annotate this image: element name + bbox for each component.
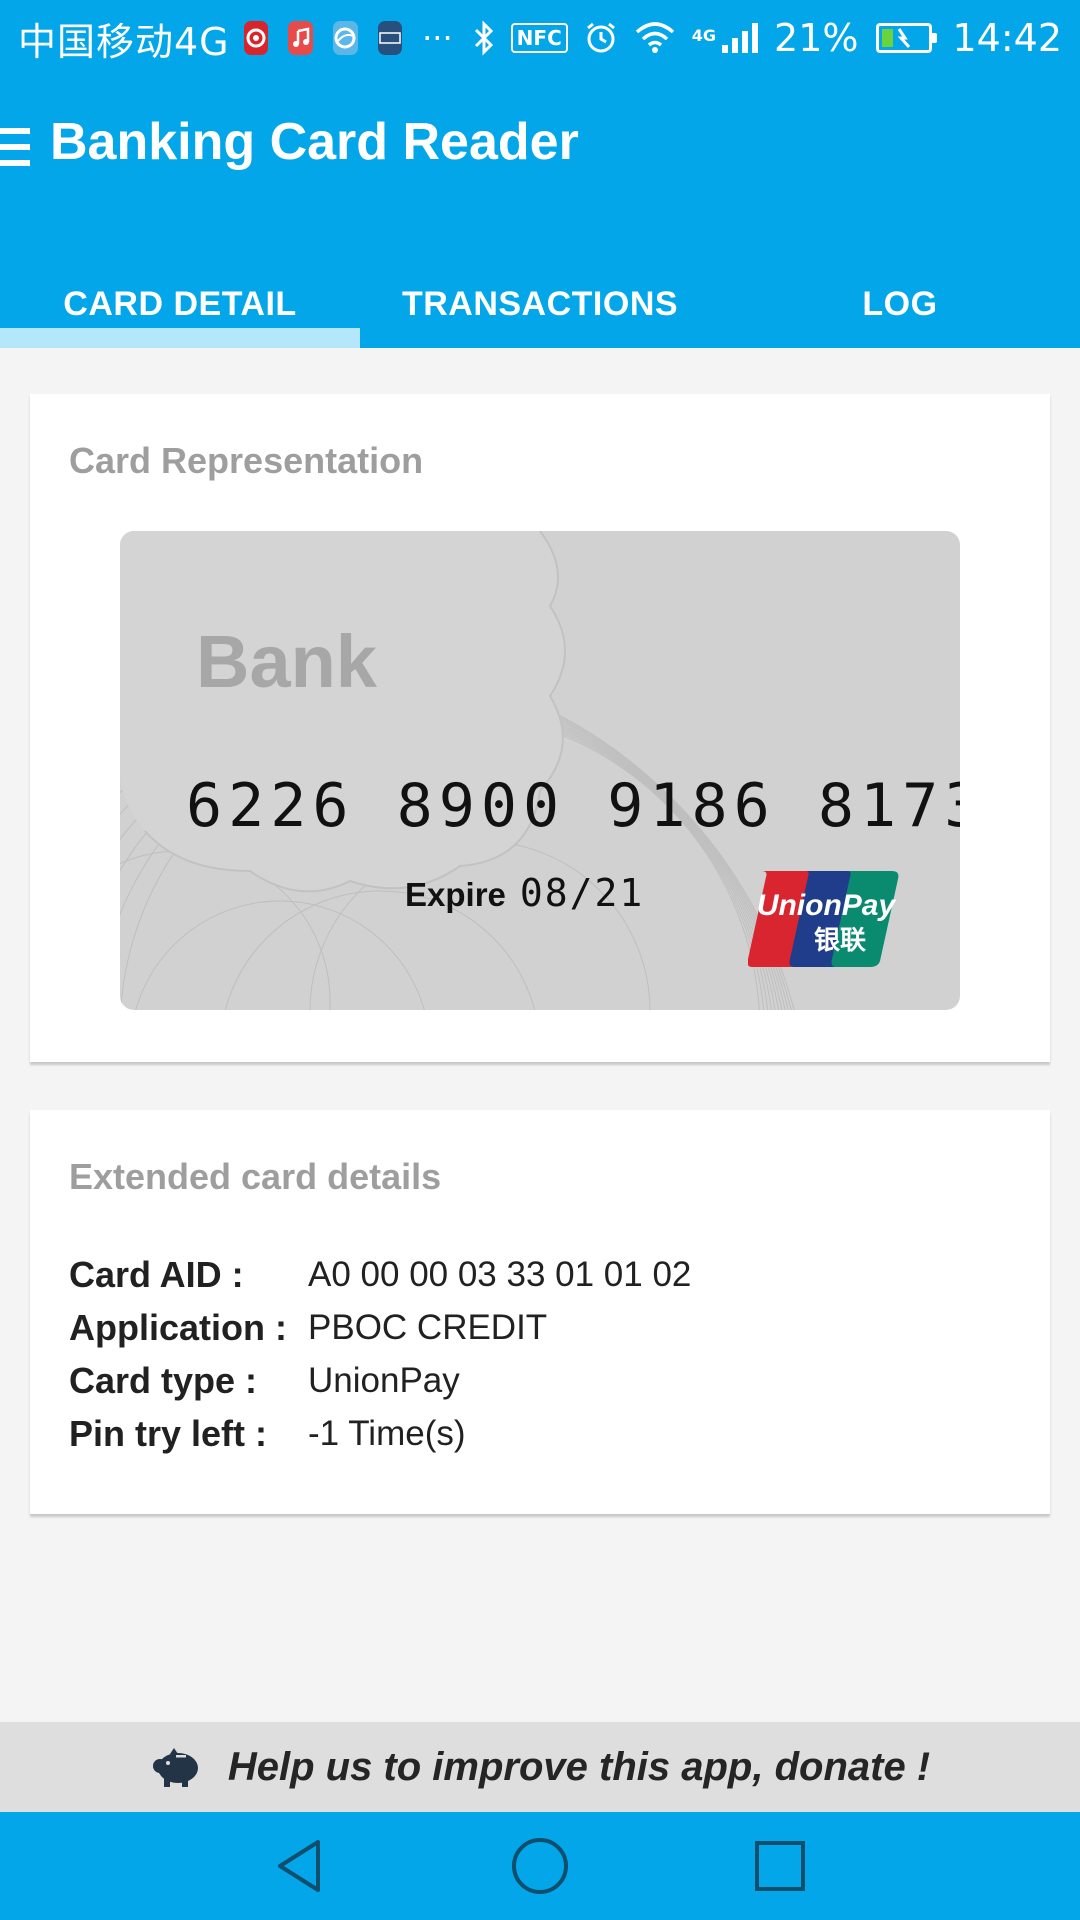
card-representation-heading: Card Representation <box>69 440 424 481</box>
tab-log[interactable]: LOG <box>720 260 1080 348</box>
extended-details-panel: Extended card details Card AID : A0 00 0… <box>30 1110 1050 1514</box>
card-number: 6226 8900 9186 8173 <box>186 771 960 841</box>
card-expiry: Expire 08/21 <box>405 871 644 915</box>
browser-icon <box>332 21 358 55</box>
details-list: Card AID : A0 00 00 03 33 01 01 02 Appli… <box>69 1252 691 1456</box>
home-icon[interactable] <box>420 1812 660 1920</box>
status-bar: 中国移动4G ··· NFC 4G 21% 14:42 <box>0 0 1080 76</box>
pin-try-left-value: -1 Time(s) <box>308 1414 466 1453</box>
back-icon[interactable] <box>180 1812 420 1920</box>
app-icon <box>377 21 403 55</box>
card-aid-label: Card AID : <box>69 1254 244 1295</box>
bank-name: Bank <box>196 620 377 703</box>
app-title: Banking Card Reader <box>50 113 579 171</box>
wifi-icon <box>634 22 676 54</box>
piggy-bank-icon <box>152 1748 198 1787</box>
card-representation-panel: Card Representation Bank 6226 8900 9186 … <box>30 394 1050 1062</box>
tab-bar: CARD DETAIL TRANSACTIONS LOG <box>0 260 1080 348</box>
overflow-indicator: ··· <box>422 19 453 57</box>
pin-try-left-label: Pin try left : <box>69 1413 268 1454</box>
expire-label: Expire <box>405 876 506 913</box>
bank-card-image: Bank 6226 8900 9186 8173 Expire 08/21 Un… <box>120 531 960 1010</box>
system-nav-bar <box>0 1812 1080 1920</box>
unionpay-logo-text: UnionPay <box>757 889 897 922</box>
card-type-label: Card type : <box>69 1360 258 1401</box>
unionpay-logo-cn-text: 银联 <box>814 926 866 956</box>
netease-music-icon <box>243 21 269 55</box>
bluetooth-icon <box>473 20 495 56</box>
battery-charging-icon <box>876 23 938 53</box>
network-type-label: 4G <box>691 26 717 45</box>
donate-banner[interactable]: Help us to improve this app, donate ! <box>0 1722 1080 1812</box>
application-label: Application : <box>69 1307 287 1348</box>
hamburger-menu-icon[interactable] <box>0 122 34 172</box>
expire-value: 08/21 <box>519 871 645 915</box>
music-icon <box>288 21 313 55</box>
battery-percent: 21% <box>774 16 859 60</box>
alarm-icon <box>584 21 618 55</box>
application-value: PBOC CREDIT <box>308 1308 548 1347</box>
card-type-value: UnionPay <box>308 1361 460 1400</box>
donate-text: Help us to improve this app, donate ! <box>227 1744 931 1789</box>
nfc-icon: NFC <box>510 23 568 53</box>
card-aid-value: A0 00 00 03 33 01 01 02 <box>308 1255 692 1294</box>
recents-icon[interactable] <box>660 1812 900 1920</box>
unionpay-logo: UnionPay 银联 <box>748 871 899 967</box>
tab-card-detail[interactable]: CARD DETAIL <box>0 260 360 348</box>
app-bar: Banking Card Reader CARD DETAIL TRANSACT… <box>0 76 1080 348</box>
extended-details-heading: Extended card details <box>69 1156 442 1197</box>
carrier-label: 中国移动4G <box>18 19 230 64</box>
signal-icon <box>722 23 759 53</box>
clock: 14:42 <box>952 16 1062 60</box>
tab-transactions[interactable]: TRANSACTIONS <box>360 260 720 348</box>
